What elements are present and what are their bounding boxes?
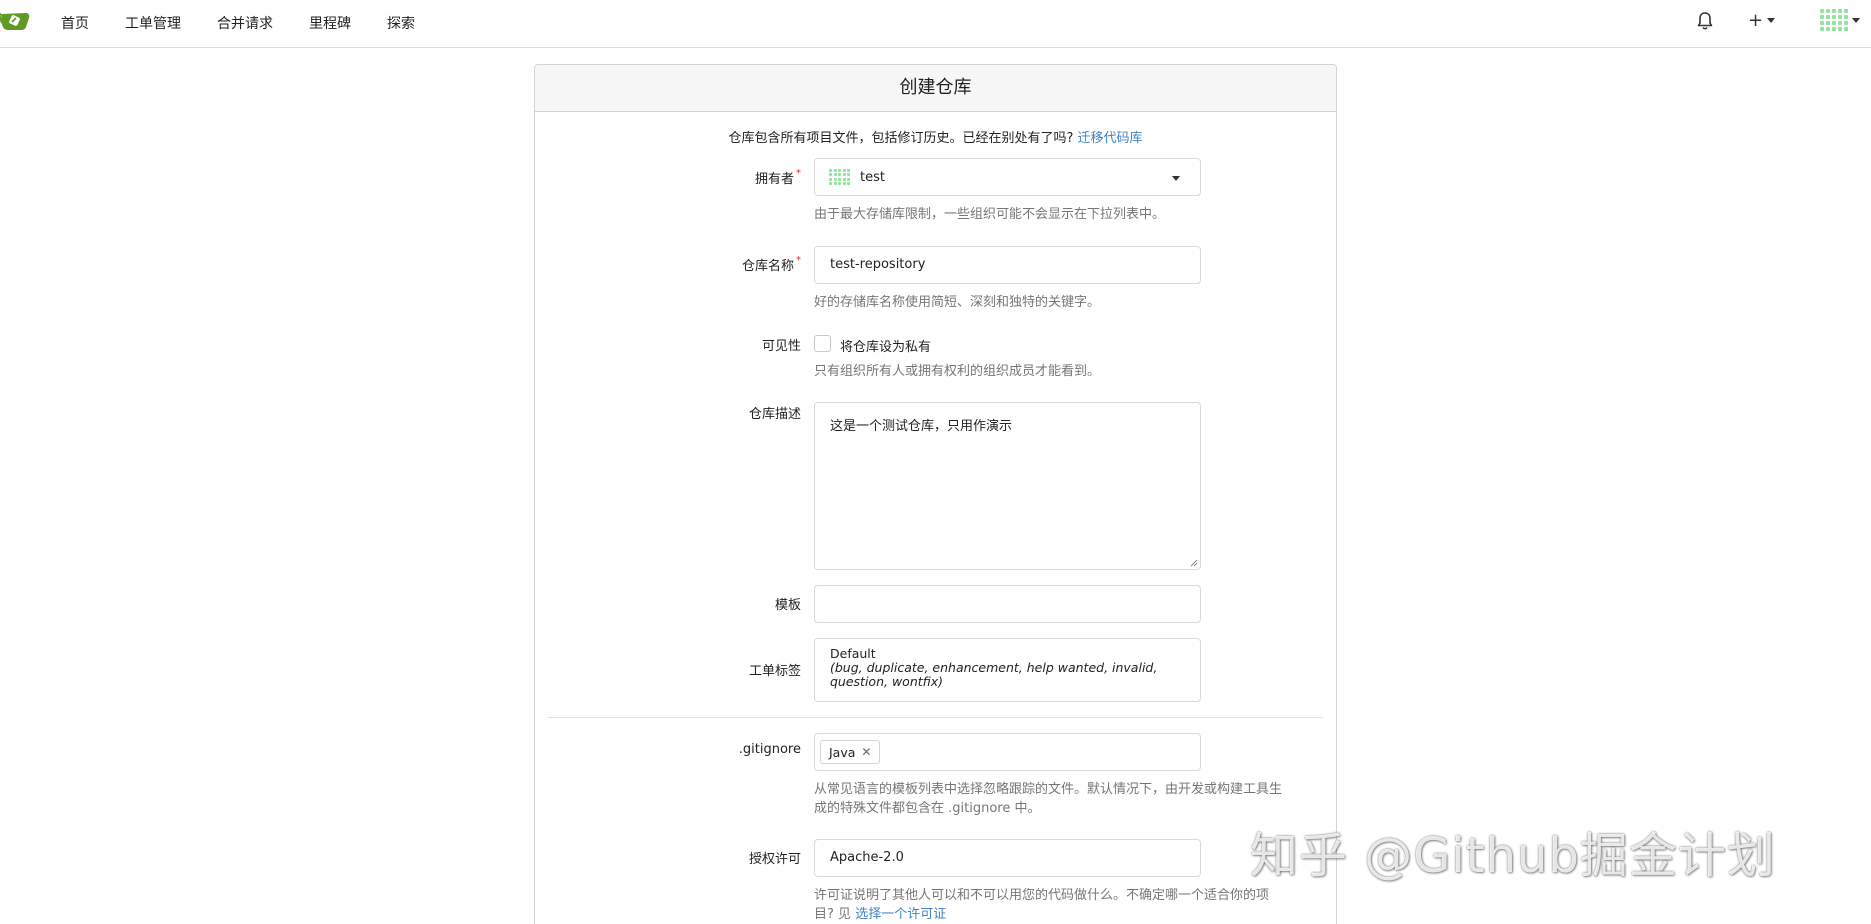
- license-help: 许可证说明了其他人可以和不可以用您的代码做什么。不确定哪一个适合你的项 目? 见…: [814, 888, 1270, 922]
- visibility-label: 可见性: [761, 339, 801, 354]
- gitignore-dropdown[interactable]: Java ✕: [814, 733, 1201, 771]
- create-menu[interactable]: +: [1748, 10, 1776, 31]
- gitignore-tag-label: Java: [829, 744, 856, 760]
- license-dropdown[interactable]: Apache-2.0: [814, 839, 1201, 877]
- top-navbar: 首页 工单管理 合并请求 里程碑 探索 +: [0, 0, 1871, 48]
- close-icon[interactable]: ✕: [861, 745, 871, 759]
- nav-home[interactable]: 首页: [61, 13, 89, 33]
- plus-icon: +: [1748, 10, 1764, 31]
- visibility-help: 只有组织所有人或拥有权利的组织成员才能看到。: [814, 364, 1101, 379]
- migrate-repo-link[interactable]: 迁移代码库: [1078, 131, 1143, 146]
- gitea-logo-icon[interactable]: [0, 9, 30, 33]
- nav-explore[interactable]: 探索: [387, 13, 415, 33]
- form-title: 创建仓库: [535, 65, 1336, 112]
- required-mark: *: [796, 255, 801, 266]
- description-label: 仓库描述: [748, 407, 801, 422]
- user-menu[interactable]: [1820, 9, 1860, 31]
- description-value: 这是一个测试仓库，只用作演示: [830, 419, 1013, 434]
- chevron-down-icon: [1172, 176, 1180, 181]
- issue-labels-dropdown[interactable]: Default (bug, duplicate, enhancement, he…: [814, 638, 1201, 702]
- choose-license-link[interactable]: 选择一个许可证: [855, 907, 946, 922]
- gitignore-help: 从常见语言的模板列表中选择忽略跟踪的文件。默认情况下，由开发或构建工具生 成的特…: [814, 782, 1283, 816]
- license-label: 授权许可: [748, 852, 801, 867]
- repo-name-input[interactable]: test-repository: [814, 246, 1201, 284]
- create-repo-card: 创建仓库 仓库包含所有项目文件，包括修订历史。已经在别处有了吗? 迁移代码库 拥…: [534, 64, 1337, 924]
- gitignore-label: .gitignore: [738, 742, 801, 757]
- intro-text: 仓库包含所有项目文件，包括修订历史。已经在别处有了吗?: [728, 131, 1074, 146]
- owner-label: 拥有者 *: [754, 168, 801, 187]
- form-intro: 仓库包含所有项目文件，包括修订历史。已经在别处有了吗? 迁移代码库: [535, 127, 1336, 146]
- watermark: 知乎 @Github掘金计划: [1250, 828, 1776, 884]
- avatar: [1820, 9, 1848, 31]
- issue-labels-desc: (bug, duplicate, enhancement, help wante…: [830, 660, 1158, 675]
- repo-name-help: 好的存储库名称使用简短、深刻和独特的关键字。: [814, 295, 1101, 310]
- required-mark: *: [796, 168, 801, 179]
- gitignore-tag: Java ✕: [820, 740, 881, 764]
- owner-value: test: [860, 169, 885, 185]
- description-textarea[interactable]: 这是一个测试仓库，只用作演示: [814, 402, 1201, 570]
- owner-avatar: [829, 168, 850, 186]
- repo-name-label: 仓库名称 *: [741, 255, 801, 274]
- resize-handle-icon[interactable]: [1190, 559, 1198, 567]
- issue-labels-desc: question, wontfix): [830, 674, 943, 689]
- nav-milestones[interactable]: 里程碑: [309, 13, 351, 33]
- chevron-down-icon: [1852, 17, 1860, 23]
- nav-issues[interactable]: 工单管理: [125, 13, 181, 33]
- issue-labels-name: Default: [830, 646, 876, 661]
- private-checkbox[interactable]: [814, 335, 831, 352]
- chevron-down-icon: [1767, 18, 1776, 23]
- owner-help: 由于最大存储库限制，一些组织可能不会显示在下拉列表中。: [814, 207, 1166, 222]
- template-dropdown[interactable]: [814, 585, 1201, 623]
- section-divider: [548, 717, 1323, 718]
- nav-pull-requests[interactable]: 合并请求: [217, 13, 273, 33]
- bell-icon[interactable]: [1696, 11, 1714, 31]
- template-label: 模板: [774, 598, 801, 613]
- private-checkbox-label[interactable]: 将仓库设为私有: [840, 336, 931, 355]
- owner-dropdown[interactable]: test: [814, 158, 1201, 196]
- issue-labels-label: 工单标签: [748, 664, 801, 679]
